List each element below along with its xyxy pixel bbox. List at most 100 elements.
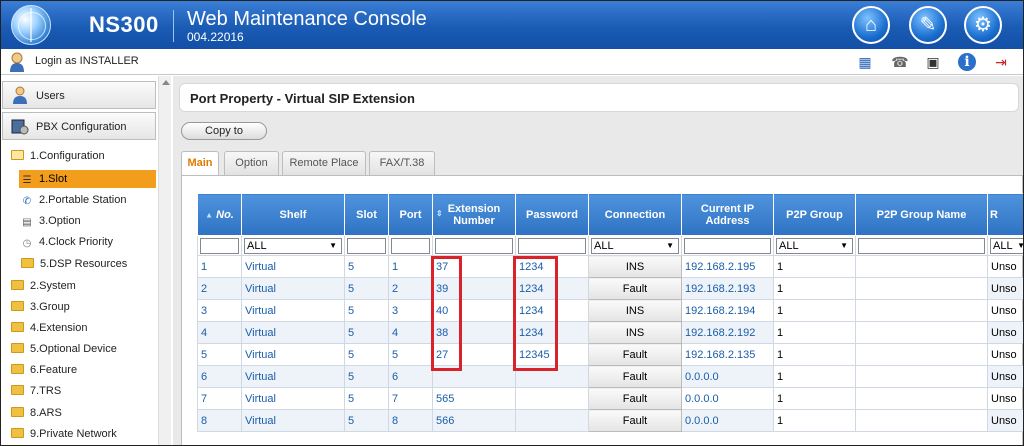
sidebar-users-button[interactable]: Users	[2, 81, 156, 109]
scroll-up-arrow-icon[interactable]	[162, 80, 170, 85]
cell-p2p-group-name	[855, 255, 988, 278]
cell-p2p-group-name	[855, 365, 988, 388]
tree-item-label: 6.Feature	[30, 364, 78, 376]
cell-connection[interactable]: Fault	[588, 277, 682, 300]
tree-item-option[interactable]: ▤ 3.Option	[21, 212, 80, 230]
tree-item-dsp-resources[interactable]: 5.DSP Resources	[21, 255, 127, 273]
cell-no: 3	[197, 299, 242, 322]
info-icon[interactable]: i	[958, 53, 976, 71]
save-disk-icon[interactable]: ▣	[923, 53, 943, 71]
tree-item-slot[interactable]: ☰ 1.Slot	[19, 170, 156, 188]
cell-connection[interactable]: Fault	[588, 365, 682, 388]
column-header-next[interactable]: R	[987, 193, 1023, 236]
cell-slot: 5	[344, 365, 389, 388]
copy-to-button[interactable]: Copy to	[181, 122, 267, 140]
cell-next: Unso	[987, 321, 1023, 344]
home-icon[interactable]: ⌂	[852, 6, 890, 44]
tree-item-label: 5.DSP Resources	[40, 258, 128, 270]
sidebar-pbx-configuration-button[interactable]: PBX Configuration	[2, 112, 156, 140]
column-header-p2p-group[interactable]: P2P Group	[773, 193, 856, 236]
cell-slot: 5	[344, 387, 389, 410]
cell-no: 2	[197, 277, 242, 300]
cell-current-ip: 192.168.2.192	[681, 321, 774, 344]
tab-panel: ▲ No. Shelf Slot Port ⇕ Extension Number …	[181, 175, 1023, 445]
user-icon	[10, 52, 24, 72]
tree-item-group[interactable]: 3.Group	[11, 298, 70, 316]
table-row[interactable]: 3 Virtual 5 3 40 1234 INS 192.168.2.194 1 Unso	[197, 299, 1023, 322]
tree-item-trs[interactable]: 7.TRS	[11, 382, 61, 400]
column-header-connection[interactable]: Connection	[588, 193, 682, 236]
phone-icon[interactable]: ☎	[890, 53, 910, 71]
tab-fax-t38[interactable]: FAX/T.38	[369, 151, 435, 175]
filter-p2p-group-name-input[interactable]	[858, 237, 985, 254]
tree-item-ars[interactable]: 8.ARS	[11, 404, 62, 422]
cell-connection[interactable]: INS	[588, 255, 682, 278]
tools-icon[interactable]: ✎	[909, 6, 947, 44]
page-title-bar: Port Property - Virtual SIP Extension	[179, 83, 1019, 112]
tree-item-system[interactable]: 2.System	[11, 277, 76, 295]
cell-connection[interactable]: INS	[588, 299, 682, 322]
table-row[interactable]: 1 Virtual 5 1 37 1234 INS 192.168.2.195 1 Unso	[197, 255, 1023, 278]
cell-port: 2	[388, 277, 433, 300]
column-header-shelf[interactable]: Shelf	[241, 193, 345, 236]
cell-connection[interactable]: Fault	[588, 387, 682, 410]
cell-shelf: Virtual	[241, 255, 345, 278]
tree-item-feature[interactable]: 6.Feature	[11, 361, 77, 379]
filter-connection-select[interactable]: ALL	[591, 237, 679, 254]
column-header-p2p-group-name[interactable]: P2P Group Name	[855, 193, 988, 236]
column-header-extension-number[interactable]: ⇕ Extension Number	[432, 193, 516, 236]
tab-option[interactable]: Option	[224, 151, 279, 175]
sidebar-pbx-label: PBX Configuration	[36, 121, 127, 133]
filter-slot-input[interactable]	[347, 237, 386, 254]
settings-gear-icon[interactable]: ⚙	[964, 6, 1002, 44]
cell-connection[interactable]: Fault	[588, 343, 682, 366]
filter-p2p-group-select[interactable]: ALL	[776, 237, 853, 254]
table-row[interactable]: 6 Virtual 5 6 Fault 0.0.0.0 1 Unso	[197, 365, 1023, 388]
tab-remote-place[interactable]: Remote Place	[282, 151, 366, 175]
cell-port: 8	[388, 409, 433, 432]
filter-no-input[interactable]	[200, 237, 239, 254]
tree-item-extension[interactable]: 4.Extension	[11, 319, 87, 337]
tree-item-private-network[interactable]: 9.Private Network	[11, 425, 117, 443]
login-status-text: Login as INSTALLER	[35, 55, 139, 67]
filter-password-input[interactable]	[518, 237, 586, 254]
filter-extension-input[interactable]	[435, 237, 513, 254]
calendar-alert-icon[interactable]: ▦	[855, 53, 875, 71]
table-row[interactable]: 8 Virtual 5 8 566 Fault 0.0.0.0 1 Unso	[197, 409, 1023, 432]
filter-ip-input[interactable]	[684, 237, 771, 254]
cell-next: Unso	[987, 409, 1023, 432]
sidebar: Users PBX Configuration 1.Configuration …	[1, 76, 171, 445]
filter-port-input[interactable]	[391, 237, 430, 254]
cell-p2p-group-name	[855, 277, 988, 300]
tree-item-clock-priority[interactable]: ◷ 4.Clock Priority	[21, 233, 113, 251]
table-row[interactable]: 5 Virtual 5 5 27 12345 Fault 192.168.2.135 1 Unso	[197, 343, 1023, 366]
column-header-no[interactable]: ▲ No.	[197, 193, 242, 236]
cell-p2p-group: 1	[773, 299, 856, 322]
cell-next: Unso	[987, 387, 1023, 410]
folder-icon	[11, 407, 24, 417]
table-row[interactable]: 4 Virtual 5 4 38 1234 INS 192.168.2.192 1 Unso	[197, 321, 1023, 344]
tree-item-label: 2.System	[30, 280, 76, 292]
table-row[interactable]: 7 Virtual 5 7 565 Fault 0.0.0.0 1 Unso	[197, 387, 1023, 410]
cell-extension-number: 565	[432, 387, 516, 410]
column-header-password[interactable]: Password	[515, 193, 589, 236]
sidebar-scrollbar[interactable]	[158, 76, 171, 445]
sort-toggle-icon: ⇕	[436, 209, 443, 218]
cell-connection[interactable]: Fault	[588, 409, 682, 432]
column-header-port[interactable]: Port	[388, 193, 433, 236]
tree-item-configuration[interactable]: 1.Configuration	[11, 147, 105, 165]
tree-item-optional-device[interactable]: 5.Optional Device	[11, 340, 117, 358]
tab-main[interactable]: Main	[181, 151, 219, 176]
cell-connection[interactable]: INS	[588, 321, 682, 344]
tree-item-label: 2.Portable Station	[39, 194, 127, 206]
tree-item-label: 8.ARS	[30, 407, 62, 419]
tree-item-portable-station[interactable]: ✆ 2.Portable Station	[21, 191, 127, 209]
tree-item-label: 9.Private Network	[30, 428, 117, 440]
filter-shelf-select[interactable]: ALL	[244, 237, 342, 254]
filter-next-select[interactable]: ALL	[990, 237, 1023, 254]
table-row[interactable]: 2 Virtual 5 2 39 1234 Fault 192.168.2.193 1 Unso	[197, 277, 1023, 300]
column-header-current-ip[interactable]: Current IP Address	[681, 193, 774, 236]
cell-p2p-group: 1	[773, 255, 856, 278]
column-header-slot[interactable]: Slot	[344, 193, 389, 236]
logout-icon[interactable]: ⇥	[991, 53, 1011, 71]
